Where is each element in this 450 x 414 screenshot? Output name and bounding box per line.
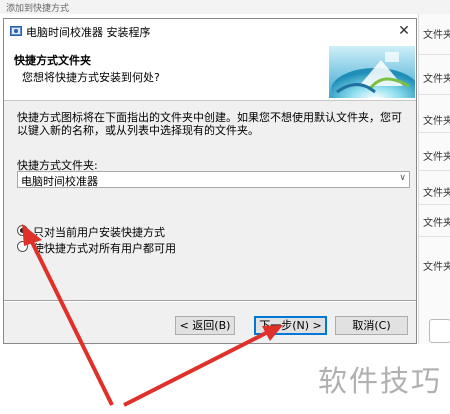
title-bar[interactable]: 电脑时间校准器 安装程序 ✕	[4, 19, 416, 44]
chevron-down-icon[interactable]: ∨	[399, 173, 406, 183]
installer-app-icon	[10, 26, 22, 36]
installer-dialog: 电脑时间校准器 安装程序 ✕ 快捷方式文件夹 您想将快捷方式安装到何处? 快捷方…	[3, 18, 417, 344]
watermark-text: 软件技巧	[318, 364, 443, 398]
next-button[interactable]: 下一步(N) >	[254, 316, 327, 335]
radio-current-user-label: 只对当前用户安装快捷方式	[33, 226, 165, 239]
background-list-item: 文件夹	[423, 262, 450, 273]
background-list-item: 文件夹	[423, 188, 450, 199]
instructions-text: 快捷方式图标将在下面指出的文件夹中创建。如果您不想使用默认文件夹，您可以键入新的…	[17, 111, 402, 137]
background-divider	[419, 204, 450, 205]
background-divider	[419, 54, 450, 55]
background-divider	[419, 170, 450, 171]
background-strip-text: 添加到快捷方式	[6, 4, 70, 14]
window-title: 电脑时间校准器 安装程序	[26, 26, 151, 39]
background-divider	[419, 94, 450, 95]
wizard-header: 快捷方式文件夹 您想将快捷方式安装到何处?	[4, 44, 416, 101]
background-list-item: 文件夹	[423, 116, 450, 127]
radio-dot	[20, 228, 25, 233]
page-subtitle: 您想将快捷方式安装到何处?	[22, 71, 160, 84]
background-list-item: 文件夹	[423, 218, 450, 229]
background-list-item: 文件夹	[423, 152, 450, 163]
cancel-button[interactable]: 取消(C)	[335, 316, 408, 335]
background-list-item: 文件夹	[423, 30, 450, 41]
radio-all-users-label: 使快捷方式对所有用户都可用	[33, 242, 176, 255]
back-button[interactable]: < 返回(B)	[175, 316, 235, 335]
background-list-item: 文件夹	[423, 74, 450, 85]
background-divider	[419, 236, 450, 237]
page-title: 快捷方式文件夹	[14, 54, 91, 67]
radio-button-unselected[interactable]	[17, 241, 28, 252]
background-side-list: 文件夹 文件夹 文件夹 文件夹 文件夹 文件夹 文件夹	[418, 14, 450, 344]
background-window-strip: 添加到快捷方式	[0, 0, 450, 14]
shortcut-folder-combobox[interactable]: 电脑时间校准器 ∨	[17, 171, 410, 188]
radio-button-selected[interactable]	[17, 225, 28, 236]
close-button[interactable]: ✕	[396, 23, 412, 39]
background-divider	[419, 132, 450, 133]
installer-banner-graphic	[329, 46, 415, 98]
shortcut-folder-value: 电脑时间校准器	[21, 175, 98, 188]
background-button	[429, 319, 450, 343]
footer-divider	[4, 300, 416, 302]
